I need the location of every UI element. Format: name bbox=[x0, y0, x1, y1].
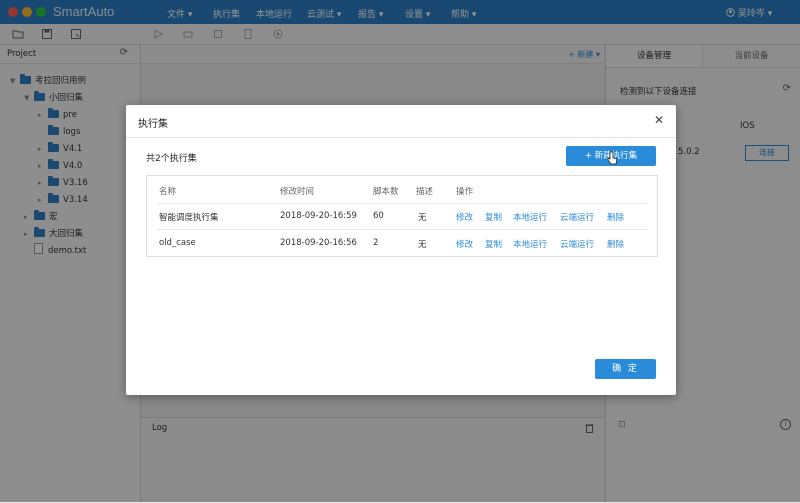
delete-link[interactable]: 删除 bbox=[607, 238, 624, 250]
column-header-time: 修改时间 bbox=[280, 187, 315, 197]
cell-scripts: 2 bbox=[373, 238, 379, 248]
cell-name: old_case bbox=[159, 238, 196, 248]
local-run-link[interactable]: 本地运行 bbox=[513, 211, 547, 223]
cell-time: 2018-09-20-16:56 bbox=[280, 238, 357, 248]
edit-link[interactable]: 修改 bbox=[456, 238, 473, 250]
set-count: 共2个执行集 bbox=[146, 154, 197, 164]
cell-desc: 无 bbox=[418, 240, 427, 250]
execution-set-dialog: 执行集 ✕ 共2个执行集 + 新建执行集 名称 修改时间 脚本数 描述 操作 智… bbox=[126, 105, 676, 395]
copy-link[interactable]: 复制 bbox=[485, 238, 502, 250]
copy-link[interactable]: 复制 bbox=[485, 211, 502, 223]
cell-time: 2018-09-20-16:59 bbox=[280, 211, 357, 221]
execution-set-table: 名称 修改时间 脚本数 描述 操作 智能调度执行集 2018-09-20-16:… bbox=[146, 175, 658, 257]
row-divider bbox=[157, 203, 647, 204]
close-icon[interactable]: ✕ bbox=[654, 113, 664, 127]
confirm-button[interactable]: 确 定 bbox=[595, 359, 656, 379]
cloud-run-link[interactable]: 云端运行 bbox=[560, 238, 594, 250]
column-header-scripts: 脚本数 bbox=[373, 187, 399, 197]
local-run-link[interactable]: 本地运行 bbox=[513, 238, 547, 250]
cell-scripts: 60 bbox=[373, 211, 384, 221]
column-header-actions: 操作 bbox=[456, 187, 474, 197]
cloud-run-link[interactable]: 云端运行 bbox=[560, 211, 594, 223]
cell-desc: 无 bbox=[418, 213, 427, 223]
column-header-name: 名称 bbox=[159, 187, 177, 197]
delete-link[interactable]: 删除 bbox=[607, 211, 624, 223]
column-header-desc: 描述 bbox=[416, 187, 434, 197]
row-divider bbox=[157, 229, 647, 230]
dialog-header: 执行集 ✕ bbox=[126, 105, 676, 138]
cell-name: 智能调度执行集 bbox=[159, 213, 219, 223]
hand-cursor-icon bbox=[607, 151, 618, 165]
dialog-title: 执行集 bbox=[138, 119, 168, 130]
edit-link[interactable]: 修改 bbox=[456, 211, 473, 223]
